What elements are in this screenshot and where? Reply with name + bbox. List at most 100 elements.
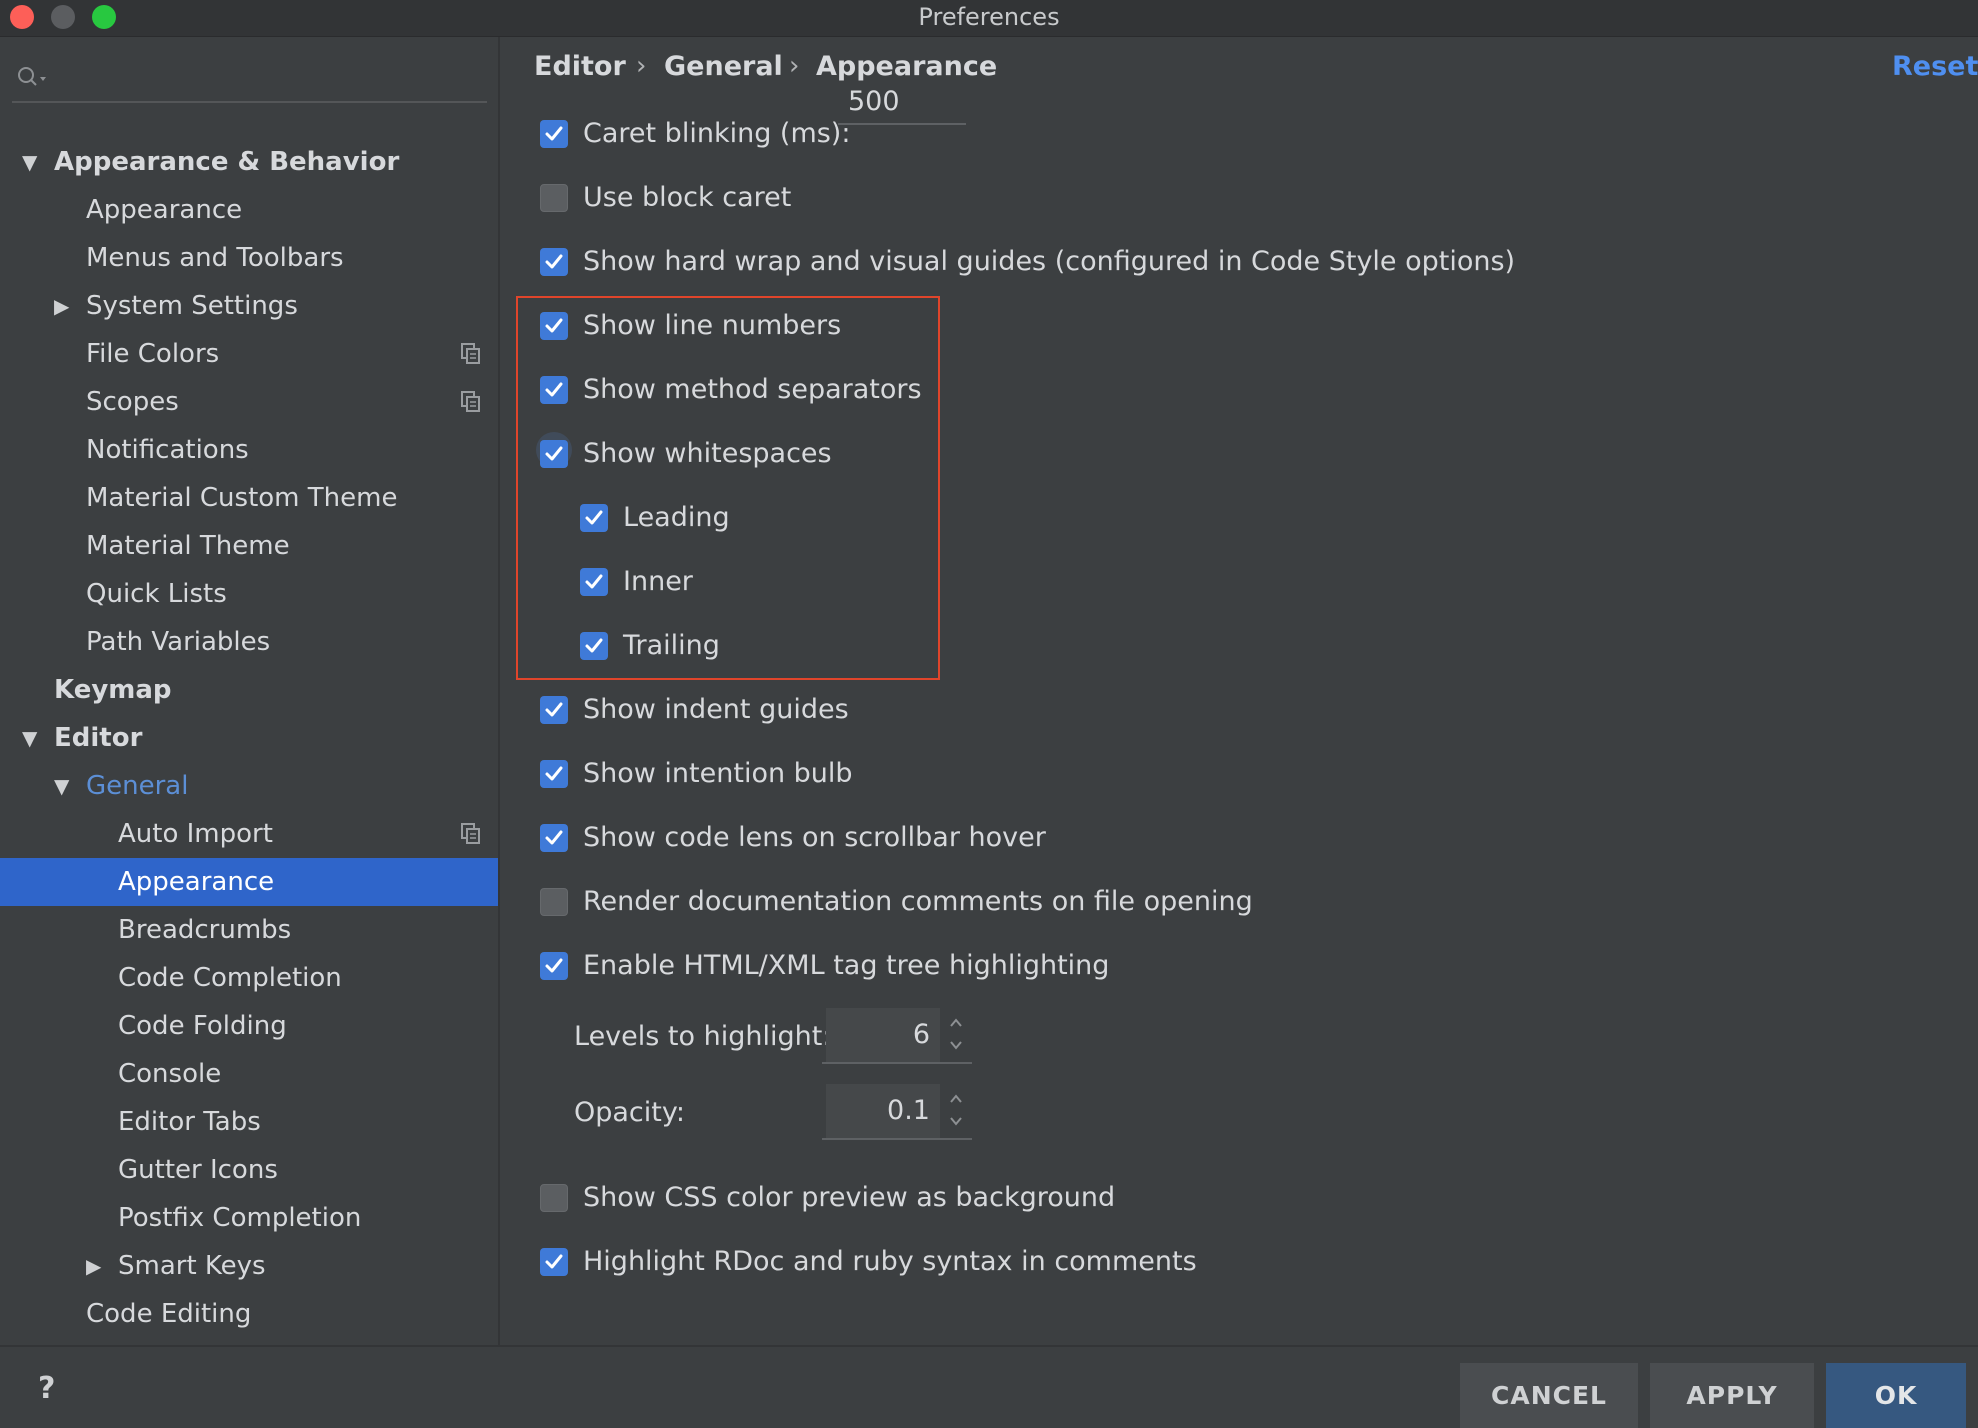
caret-blinking-input[interactable]: 500: [838, 79, 966, 125]
levels-to-highlight-spinner[interactable]: 6: [822, 1008, 972, 1064]
checkbox-unchecked[interactable]: [540, 888, 568, 916]
window-title: Preferences: [918, 3, 1060, 31]
checkmark-icon: [545, 702, 563, 717]
levels-value[interactable]: 6: [826, 1008, 940, 1062]
annotation-highlight-box: [516, 296, 940, 680]
option-label: Enable HTML/XML tag tree highlighting: [583, 950, 1110, 981]
sidebar-item-code-editing[interactable]: Code Editing: [0, 1290, 498, 1338]
breadcrumb-item-editor[interactable]: Editor: [534, 51, 626, 82]
checkmark-icon: [545, 766, 563, 781]
reset-link[interactable]: Reset: [1892, 51, 1978, 82]
sidebar-item-console[interactable]: Console: [0, 1050, 498, 1098]
option-label: Show hard wrap and visual guides (config…: [583, 246, 1516, 277]
sidebar-item-gutter-icons[interactable]: Gutter Icons: [0, 1146, 498, 1194]
sidebar-item-auto-import[interactable]: Auto Import: [0, 810, 498, 858]
chevron-right-icon[interactable]: ▶: [54, 282, 69, 330]
help-button[interactable]: ?: [38, 1371, 55, 1406]
sidebar-item-path-variables[interactable]: Path Variables: [0, 618, 498, 666]
checkmark-icon: [545, 126, 563, 141]
sidebar-item-editor[interactable]: ▼ Editor: [0, 714, 498, 762]
ok-button[interactable]: OK: [1826, 1363, 1966, 1428]
sidebar-item-label: Code Editing: [86, 1299, 252, 1329]
sidebar-item-code-folding[interactable]: Code Folding: [0, 1002, 498, 1050]
search-icon: [18, 67, 46, 86]
sidebar-item-label: Appearance: [118, 867, 275, 897]
sidebar-item-label: Gutter Icons: [118, 1155, 278, 1185]
sidebar-item-notifications[interactable]: Notifications: [0, 426, 498, 474]
sidebar-item-label: Keymap: [54, 675, 172, 705]
sidebar-item-label: Smart Keys: [118, 1251, 266, 1281]
breadcrumb-item-general[interactable]: General: [664, 51, 783, 82]
sidebar-item-label: Postfix Completion: [118, 1203, 362, 1233]
sidebar-item-appearance-behavior[interactable]: ▼ Appearance & Behavior: [0, 138, 498, 186]
sidebar-item-quick-lists[interactable]: Quick Lists: [0, 570, 498, 618]
sidebar-item-material-theme[interactable]: Material Theme: [0, 522, 498, 570]
option-label: Show CSS color preview as background: [583, 1182, 1116, 1213]
sidebar-item-label: Font: [86, 1338, 143, 1345]
spinner-arrows-icon[interactable]: [946, 1090, 966, 1132]
checkbox-checked[interactable]: [540, 1248, 568, 1276]
sidebar-item-menus-and-toolbars[interactable]: Menus and Toolbars: [0, 234, 498, 282]
checkbox-checked[interactable]: [540, 824, 568, 852]
sidebar-item-code-completion[interactable]: Code Completion: [0, 954, 498, 1002]
sidebar-item-font[interactable]: Font: [0, 1338, 498, 1345]
spinner-arrows-icon[interactable]: [946, 1014, 966, 1056]
sidebar-item-label: Code Completion: [118, 963, 342, 993]
project-scope-icon: [461, 823, 480, 844]
project-scope-icon: [461, 391, 480, 412]
sidebar-item-label: Console: [118, 1059, 222, 1089]
project-scope-icon: [461, 343, 480, 364]
sidebar-item-label: General: [86, 771, 189, 801]
opacity-spinner[interactable]: 0.1: [822, 1084, 972, 1140]
checkbox-checked[interactable]: [540, 248, 568, 276]
checkbox-checked[interactable]: [540, 696, 568, 724]
sidebar-item-scopes[interactable]: Scopes: [0, 378, 498, 426]
opacity-label: Opacity:: [574, 1097, 685, 1128]
chevron-right-icon[interactable]: ▶: [86, 1242, 101, 1290]
breadcrumb-separator: ›: [636, 51, 647, 81]
checkmark-icon: [545, 958, 563, 973]
apply-button[interactable]: APPLY: [1650, 1363, 1814, 1428]
chevron-down-icon[interactable]: ▼: [22, 138, 37, 186]
option-label: Render documentation comments on file op…: [583, 886, 1253, 917]
checkbox-checked[interactable]: [540, 120, 568, 148]
sidebar-item-postfix-completion[interactable]: Postfix Completion: [0, 1194, 498, 1242]
cancel-button[interactable]: CANCEL: [1460, 1363, 1638, 1428]
levels-to-highlight-label: Levels to highlight:: [574, 1021, 832, 1052]
sidebar-item-file-colors[interactable]: File Colors: [0, 330, 498, 378]
sidebar-item-appearance[interactable]: Appearance: [0, 186, 498, 234]
sidebar-item-smart-keys[interactable]: ▶ Smart Keys: [0, 1242, 498, 1290]
sidebar-item-material-custom-theme[interactable]: Material Custom Theme: [0, 474, 498, 522]
sidebar-item-general[interactable]: ▼ General: [0, 762, 498, 810]
option-label: Show code lens on scrollbar hover: [583, 822, 1046, 853]
settings-search-input[interactable]: [12, 55, 487, 103]
checkmark-icon: [545, 1254, 563, 1269]
checkbox-checked[interactable]: [540, 952, 568, 980]
sidebar-item-label: Code Folding: [118, 1011, 287, 1041]
checkbox-unchecked[interactable]: [540, 184, 568, 212]
sidebar-item-editor-tabs[interactable]: Editor Tabs: [0, 1098, 498, 1146]
sidebar-item-label: Material Custom Theme: [86, 483, 398, 513]
checkmark-icon: [545, 254, 563, 269]
option-label: Show intention bulb: [583, 758, 853, 789]
sidebar-item-keymap[interactable]: Keymap: [0, 666, 498, 714]
sidebar-item-label: Scopes: [86, 387, 179, 417]
sidebar-item-label: Editor: [54, 723, 143, 753]
sidebar-item-label: Material Theme: [86, 531, 290, 561]
breadcrumb-separator: ›: [789, 51, 800, 81]
chevron-down-icon[interactable]: ▼: [22, 714, 37, 762]
checkbox-checked[interactable]: [540, 760, 568, 788]
preferences-window: Preferences ▼ Appearance & Behavior Appear…: [0, 0, 1978, 1428]
sidebar-item-label: System Settings: [86, 291, 298, 321]
sidebar-item-label: Path Variables: [86, 627, 271, 657]
checkbox-unchecked[interactable]: [540, 1184, 568, 1212]
sidebar-item-system-settings[interactable]: ▶ System Settings: [0, 282, 498, 330]
sidebar-item-label: Appearance & Behavior: [54, 147, 400, 177]
sidebar-item-breadcrumbs[interactable]: Breadcrumbs: [0, 906, 498, 954]
sidebar-item-label: Appearance: [86, 195, 243, 225]
option-label: Caret blinking (ms):: [583, 118, 851, 149]
chevron-down-icon[interactable]: ▼: [54, 762, 69, 810]
sidebar-item-appearance[interactable]: Appearance: [0, 858, 498, 906]
opacity-value[interactable]: 0.1: [826, 1084, 940, 1138]
sidebar-item-label: Editor Tabs: [118, 1107, 261, 1137]
